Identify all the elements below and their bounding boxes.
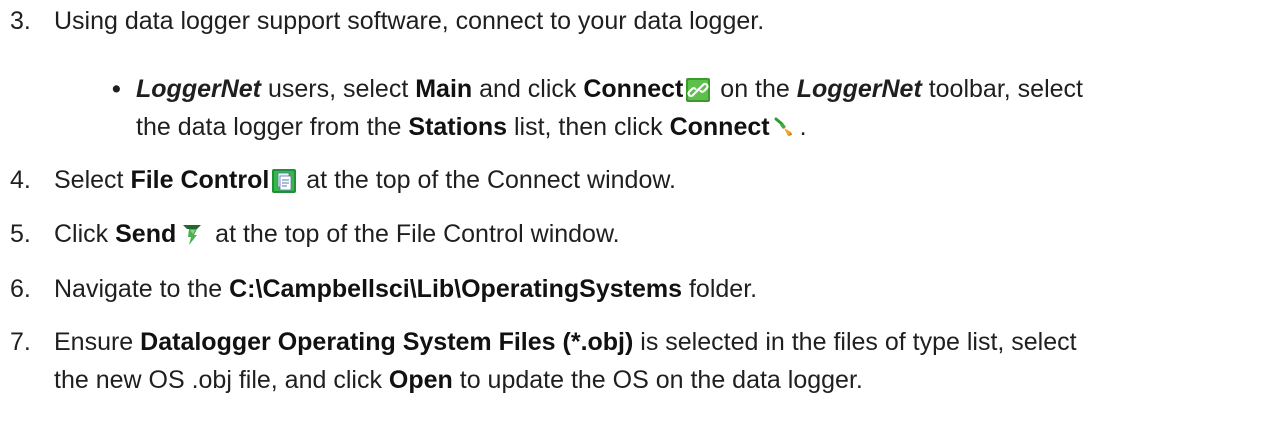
step-text-part: Select <box>54 166 131 194</box>
software-name: LoggerNet <box>796 75 922 103</box>
stations-label: Stations <box>408 113 508 141</box>
step-6: 6. Navigate to the C:\Campbellsci\Lib\Ope… <box>10 270 1250 308</box>
bullet-text-part: and click <box>472 75 584 103</box>
step-7: 7. Ensure Datalogger Operating System Fil… <box>10 323 1250 399</box>
file-type-label: Datalogger Operating System Files (*.obj… <box>140 328 634 356</box>
step-3: 3. Using data logger support software, co… <box>10 2 1250 40</box>
step-number: 7. <box>10 328 31 356</box>
step-5: 5. Click Send at the top of the File Cont… <box>10 215 1250 253</box>
step-text-part: to update the OS on the data logger. <box>452 366 863 394</box>
step-number: 4. <box>10 166 31 194</box>
link-icon <box>686 78 711 102</box>
send-icon <box>179 221 205 247</box>
menu-main: Main <box>415 75 473 103</box>
file-control-label: File Control <box>130 166 270 194</box>
loggernet-bullet: • LoggerNet users, select Main and click… <box>112 70 1252 146</box>
step-number: 6. <box>10 275 31 303</box>
bullet-text-part: . <box>799 113 807 141</box>
bullet-text-part: users, select <box>261 75 416 103</box>
bullet-text-part: list, then click <box>507 113 670 141</box>
step-text-part: Ensure <box>54 328 141 356</box>
bullet-text-part: toolbar, select <box>921 75 1083 103</box>
step-4: 4. Select File Control at the top of the … <box>10 161 1250 199</box>
bullet-text-part: on the <box>713 75 797 103</box>
open-label: Open <box>388 366 453 394</box>
step-text-part: at the top of the File Control window. <box>208 220 620 248</box>
bullet-text-part: the data logger from the <box>136 113 409 141</box>
connect-label: Connect <box>669 113 770 141</box>
connect-label: Connect <box>583 75 684 103</box>
folder-path: C:\Campbellsci\Lib\OperatingSystems <box>229 275 683 303</box>
bullet-dot: • <box>112 75 121 103</box>
step-number: 5. <box>10 220 31 248</box>
bullet-text: LoggerNet users, select Main and click C… <box>136 70 1252 146</box>
step-text-part: is selected in the files of type list, s… <box>633 328 1077 356</box>
step-text: Using data logger support software, conn… <box>54 7 765 35</box>
send-label: Send <box>115 220 177 248</box>
step-text-part: Click <box>54 220 116 248</box>
software-name: LoggerNet <box>136 75 261 103</box>
step-number: 3. <box>10 7 31 35</box>
step-text: Ensure Datalogger Operating System Files… <box>54 323 1234 399</box>
file-control-icon <box>272 169 297 193</box>
step-text-part: the new OS .obj file, and click <box>54 366 389 394</box>
step-text-part: Navigate to the <box>54 275 230 303</box>
step-text-part: folder. <box>682 275 758 303</box>
plug-icon <box>773 116 797 140</box>
step-text-part: at the top of the Connect window. <box>299 166 676 194</box>
